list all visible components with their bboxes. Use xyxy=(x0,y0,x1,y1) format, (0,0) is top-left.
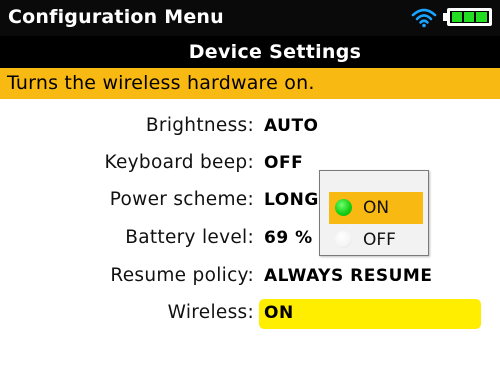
setting-label: Brightness: xyxy=(145,115,254,136)
title-bar: Configuration Menu xyxy=(0,0,500,36)
setting-value: LONG xyxy=(264,190,319,210)
radio-selected-icon xyxy=(335,199,352,216)
setting-label: Wireless: xyxy=(167,302,254,323)
setting-value: AUTO xyxy=(264,116,319,136)
section-title: Device Settings xyxy=(188,41,362,63)
setting-label: Power scheme: xyxy=(109,189,254,210)
setting-value: ALWAYS RESUME xyxy=(264,266,433,286)
setting-row-resume-policy[interactable]: Resume policy: ALWAYS RESUME xyxy=(0,259,500,295)
app-title: Configuration Menu xyxy=(8,6,224,28)
section-header: Device Settings xyxy=(0,36,500,68)
setting-row-wireless[interactable]: Wireless: ON xyxy=(0,296,500,332)
wifi-icon xyxy=(411,8,437,28)
setting-value: 69 % xyxy=(264,228,313,248)
help-text-bar: Turns the wireless hardware on. xyxy=(0,68,500,99)
setting-label: Battery level: xyxy=(125,227,254,248)
setting-row-brightness[interactable]: Brightness: AUTO xyxy=(0,109,500,145)
setting-value[interactable]: ON xyxy=(264,300,294,326)
setting-label: Keyboard beep: xyxy=(104,152,254,173)
setting-label: Resume policy: xyxy=(110,265,254,286)
popup-option-on[interactable]: ON xyxy=(329,192,423,224)
radio-unselected-icon xyxy=(335,231,352,248)
wireless-option-popup: ON OFF xyxy=(319,170,429,256)
popup-option-off[interactable]: OFF xyxy=(329,224,423,256)
popup-option-label: OFF xyxy=(363,230,396,250)
battery-icon xyxy=(443,8,492,26)
help-text: Turns the wireless hardware on. xyxy=(7,72,315,94)
setting-value: OFF xyxy=(264,153,304,173)
popup-option-label: ON xyxy=(363,198,390,218)
